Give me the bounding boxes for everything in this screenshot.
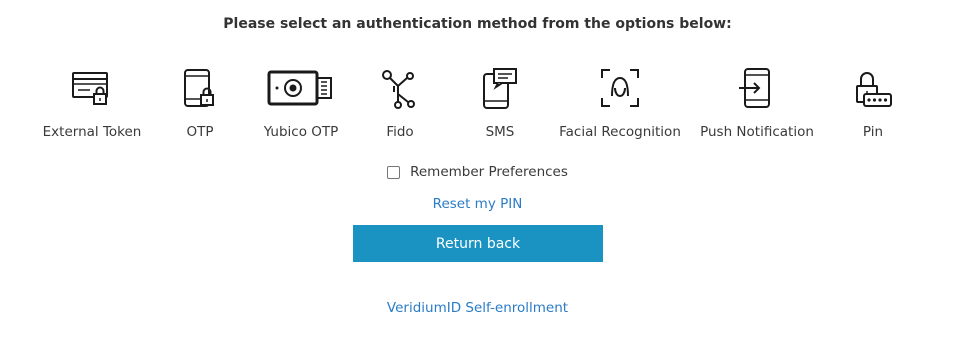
remember-preferences-row: Remember Preferences: [0, 164, 955, 180]
push-notification-icon: [692, 64, 822, 112]
self-enrollment-link[interactable]: VeridiumID Self-enrollment: [0, 300, 955, 316]
face-scan-icon: [555, 64, 685, 112]
sms-icon: [435, 64, 565, 112]
method-push-notification[interactable]: Push Notification: [692, 64, 822, 144]
method-pin[interactable]: Pin: [808, 64, 938, 144]
method-label: Pin: [862, 124, 884, 140]
return-back-button[interactable]: Return back: [353, 225, 603, 262]
method-label: Facial Recognition: [559, 124, 681, 140]
remember-preferences-checkbox[interactable]: [387, 165, 401, 179]
method-label: SMS: [485, 124, 515, 140]
auth-methods-list: External Token OTP Yubico OTP Fido SMS F…: [0, 64, 955, 144]
page-heading: Please select an authentication method f…: [223, 16, 732, 32]
remember-preferences-label[interactable]: Remember Preferences: [410, 164, 568, 180]
pin-lock-icon: [808, 64, 938, 112]
auth-method-page: Please select an authentication method f…: [0, 0, 955, 343]
reset-pin-link[interactable]: Reset my PIN: [0, 196, 955, 212]
method-facial-recognition[interactable]: Facial Recognition: [555, 64, 685, 144]
method-sms[interactable]: SMS: [435, 64, 565, 144]
method-label: Push Notification: [700, 124, 814, 140]
